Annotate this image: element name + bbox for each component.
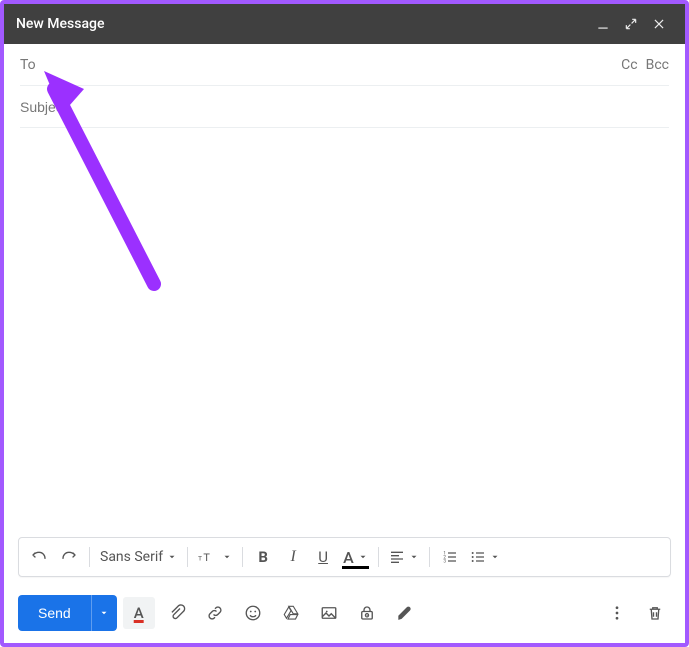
titlebar: New Message <box>4 4 685 44</box>
numbered-list-button[interactable]: 123 <box>436 543 464 571</box>
formatting-toggle-button[interactable]: A <box>123 597 155 629</box>
insert-link-button[interactable] <box>199 597 231 629</box>
send-group: Send <box>18 595 117 631</box>
link-icon <box>206 604 224 622</box>
text-color-icon: A <box>343 548 354 567</box>
underline-icon: U <box>318 548 328 566</box>
send-button[interactable]: Send <box>18 595 91 631</box>
formatting-icon: A <box>134 604 144 622</box>
message-body[interactable] <box>20 136 669 529</box>
to-row[interactable]: To Cc Bcc <box>20 44 669 86</box>
header-fields: To Cc Bcc <box>4 44 685 128</box>
bottom-toolbar: Send A <box>4 587 685 643</box>
minimize-icon <box>596 17 610 31</box>
discard-draft-button[interactable] <box>639 597 671 629</box>
chevron-down-icon <box>99 608 109 618</box>
image-icon <box>320 604 338 622</box>
more-vert-icon <box>608 604 626 622</box>
font-size-button[interactable]: T T <box>194 543 236 571</box>
svg-text:3: 3 <box>443 558 446 564</box>
formatting-toolbar: Sans Serif T T B I U A 123 <box>18 537 671 577</box>
expand-icon <box>624 17 638 31</box>
align-icon <box>389 549 405 565</box>
italic-button[interactable]: I <box>279 543 307 571</box>
svg-text:T: T <box>198 555 202 562</box>
bold-icon: B <box>258 548 268 566</box>
to-label: To <box>20 57 36 73</box>
bold-button[interactable]: B <box>249 543 277 571</box>
chevron-down-icon <box>358 552 368 562</box>
chevron-down-icon <box>167 552 177 562</box>
window-title: New Message <box>16 16 589 32</box>
subject-row[interactable] <box>20 86 669 128</box>
trash-icon <box>646 604 664 622</box>
redo-icon <box>61 549 77 565</box>
insert-emoji-button[interactable] <box>237 597 269 629</box>
emoji-icon <box>244 604 262 622</box>
attach-button[interactable] <box>161 597 193 629</box>
chevron-down-icon <box>222 552 232 562</box>
compose-window: New Message To Cc Bcc <box>4 4 685 643</box>
font-name: Sans Serif <box>100 549 163 565</box>
subject-input[interactable] <box>20 86 669 127</box>
body-area <box>4 128 685 537</box>
svg-text:T: T <box>203 552 210 564</box>
insert-photo-button[interactable] <box>313 597 345 629</box>
pen-icon <box>396 604 414 622</box>
insert-signature-button[interactable] <box>389 597 421 629</box>
lock-clock-icon <box>358 604 376 622</box>
to-input[interactable] <box>44 44 613 85</box>
text-color-button[interactable]: A <box>339 543 372 571</box>
underline-button[interactable]: U <box>309 543 337 571</box>
insert-drive-button[interactable] <box>275 597 307 629</box>
numbered-list-icon: 123 <box>442 549 458 565</box>
close-icon <box>652 17 666 31</box>
font-select[interactable]: Sans Serif <box>96 543 181 571</box>
undo-button[interactable] <box>25 543 53 571</box>
paperclip-icon <box>168 604 186 622</box>
drive-icon <box>282 604 300 622</box>
redo-button[interactable] <box>55 543 83 571</box>
fullscreen-button[interactable] <box>617 10 645 38</box>
chevron-down-icon <box>490 552 500 562</box>
send-options-button[interactable] <box>91 595 117 631</box>
align-button[interactable] <box>385 543 423 571</box>
undo-icon <box>31 549 47 565</box>
close-button[interactable] <box>645 10 673 38</box>
font-size-icon: T T <box>198 549 218 565</box>
chevron-down-icon <box>409 552 419 562</box>
minimize-button[interactable] <box>589 10 617 38</box>
more-options-button[interactable] <box>601 597 633 629</box>
bullet-list-icon <box>470 549 486 565</box>
cc-button[interactable]: Cc <box>621 57 637 73</box>
italic-icon: I <box>290 548 295 566</box>
bcc-button[interactable]: Bcc <box>646 57 669 73</box>
confidential-mode-button[interactable] <box>351 597 383 629</box>
bullet-list-button[interactable] <box>466 543 504 571</box>
